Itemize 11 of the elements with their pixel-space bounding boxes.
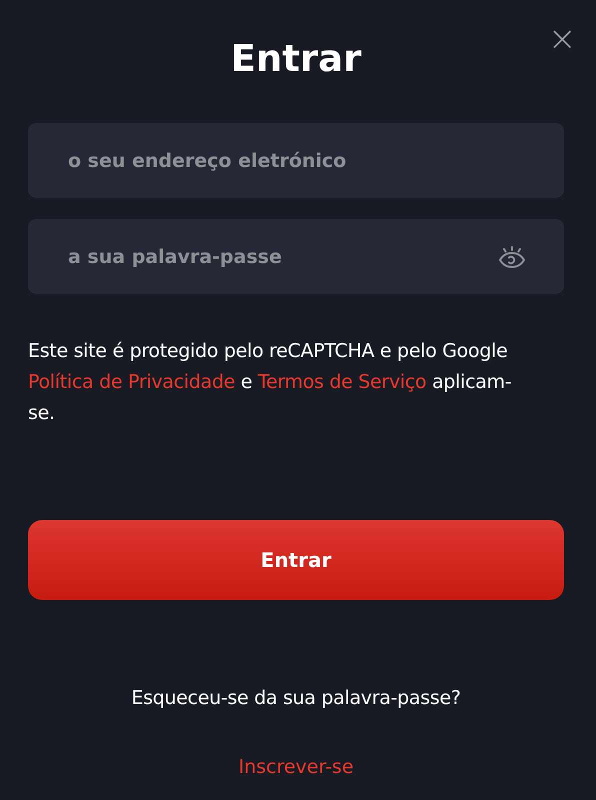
input-field[interactable]: a sua palavra-passe bbox=[28, 219, 564, 294]
sign-up-link[interactable]: Inscrever-se bbox=[238, 756, 354, 778]
recaptcha-notice: Este site é protegido pelo reCAPTCHA e pelo Google Política de Privacidade e Termos de Serviço aplicam-se. bbox=[28, 339, 512, 426]
dialog-title: Entrar bbox=[230, 37, 362, 80]
submit-button[interactable]: Entrar bbox=[28, 520, 564, 600]
close-button[interactable]: × bbox=[548, 28, 570, 50]
forgot-password-link[interactable]: Esqueceu-se da sua palavra-passe? bbox=[125, 686, 467, 710]
input-field[interactable]: o seu endereço eletrónico bbox=[28, 123, 564, 198]
policy-link[interactable]: Política de Privacidade bbox=[28, 371, 235, 393]
policy-link[interactable]: Termos de Serviço bbox=[258, 371, 426, 393]
eye-icon[interactable] bbox=[498, 245, 526, 269]
